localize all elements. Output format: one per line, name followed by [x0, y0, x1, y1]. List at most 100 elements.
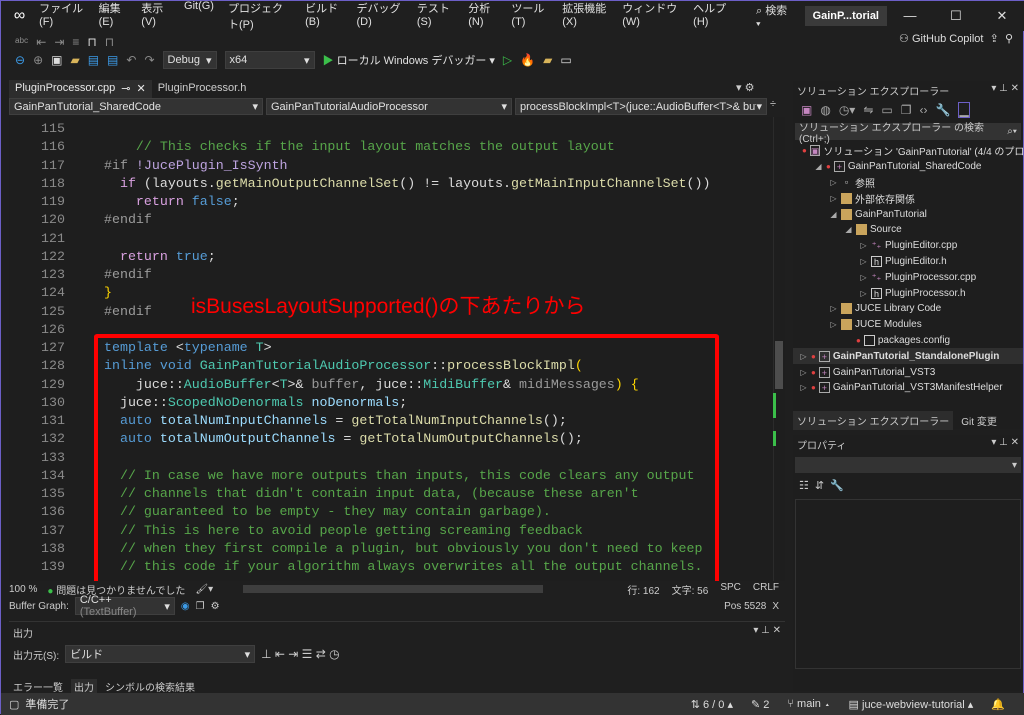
github-copilot-button[interactable]: ⚇ GitHub Copilot ⇪ ⚲	[899, 32, 1013, 45]
menu-item[interactable]: ファイル(F)	[32, 0, 91, 32]
menu-item[interactable]: ビルド(B)	[298, 0, 349, 32]
expand-arrow-icon[interactable]: ▷	[829, 320, 838, 329]
bell-icon[interactable]: 🔔	[991, 698, 1005, 711]
branch-selector[interactable]: ⑂ main ▴	[787, 698, 830, 711]
git-changes[interactable]: ⇅ 6 / 0 ▴	[691, 698, 733, 711]
categorized-icon[interactable]: ☷	[799, 479, 809, 492]
tab-options[interactable]: ▾ ⚙	[736, 81, 754, 94]
project-select[interactable]: GainPanTutorial_SharedCode ▾	[9, 98, 263, 115]
spellcheck-icon[interactable]: ᵃᵇᶜ	[15, 35, 28, 49]
save-icon[interactable]: ▤	[88, 53, 99, 67]
maximize-button[interactable]: ☐	[933, 8, 979, 24]
tree-item[interactable]: ◢ GainPanTutorial	[793, 206, 1023, 222]
panel-controls[interactable]: ▾ ⊥ ✕	[991, 83, 1019, 98]
expand-arrow-icon[interactable]: ▷	[859, 241, 868, 250]
split-icon[interactable]: ÷	[770, 98, 776, 116]
line-ending[interactable]: CRLF	[753, 582, 779, 597]
expand-arrow-icon[interactable]: ▷	[829, 178, 838, 187]
expand-arrow-icon[interactable]: ◢	[844, 225, 853, 234]
solution-explorer-tab[interactable]: Git 変更	[957, 411, 1001, 430]
window-layout-icon[interactable]: ▭	[560, 53, 571, 67]
zoom-select[interactable]: 100 %	[9, 584, 37, 595]
expand-arrow-icon[interactable]: ▷	[829, 304, 838, 313]
outdent-icon[interactable]: ⇥	[54, 35, 64, 49]
output-source-select[interactable]: ビルド ▾	[65, 645, 256, 663]
new-project-icon[interactable]: ▣	[51, 53, 62, 67]
tab-pluginprocessor-cpp[interactable]: PluginProcessor.cpp ⊸ ✕	[9, 80, 152, 98]
alphabetical-icon[interactable]: ⇵	[815, 479, 824, 492]
bookmark-next-icon[interactable]: ⊓	[105, 35, 114, 49]
tree-item[interactable]: ◢ ● + GainPanTutorial_SharedCode	[793, 159, 1023, 175]
properties-icon[interactable]: 🔧	[936, 103, 951, 117]
expand-arrow-icon[interactable]: ▷	[799, 383, 808, 392]
tree-item[interactable]: ▷ JUCE Modules	[793, 317, 1023, 333]
editor-horizontal-scrollbar[interactable]	[243, 585, 544, 593]
tree-item[interactable]: ▷ h PluginProcessor.h	[793, 285, 1023, 301]
tree-item[interactable]: ▷ JUCE Library Code	[793, 301, 1023, 317]
graph-icon[interactable]: ⚙	[211, 601, 220, 612]
back-icon[interactable]: ⊖	[15, 53, 25, 67]
tree-item[interactable]: ▷ ● + GainPanTutorial_VST3	[793, 364, 1023, 380]
output-tab[interactable]: シンボルの検索結果	[105, 679, 195, 694]
save-all-icon[interactable]: ▤	[107, 53, 118, 67]
tree-item[interactable]: ▷ 外部依存関係	[793, 190, 1023, 206]
minimize-button[interactable]: —	[887, 8, 933, 24]
code-icon[interactable]: ‹›	[920, 103, 928, 117]
expand-arrow-icon[interactable]: ◢	[829, 210, 838, 219]
tab-pluginprocessor-h[interactable]: PluginProcessor.h	[152, 80, 253, 98]
start-debug-button[interactable]: ▶ ローカル Windows デバッガー ▾	[323, 52, 495, 68]
menu-item[interactable]: Git(G)	[177, 0, 221, 32]
menu-item[interactable]: ツール(T)	[504, 0, 555, 32]
indent-icon[interactable]: ⇤	[36, 35, 46, 49]
hot-reload-icon[interactable]: 🔥	[520, 53, 535, 67]
class-select[interactable]: GainPanTutorialAudioProcessor ▾	[266, 98, 512, 115]
bookmark-icon[interactable]: ⊓	[87, 35, 96, 49]
search-button[interactable]: ⌕ 検索 ▾	[748, 2, 797, 31]
output-tab[interactable]: エラー一覧	[13, 679, 63, 694]
pending-edits[interactable]: ✎ 2	[751, 698, 769, 711]
open-folder-icon[interactable]: ▰	[70, 53, 79, 67]
output-toolbar[interactable]: ⊥ ⇤ ⇥ ☰ ⇄ ◷	[261, 647, 340, 661]
menu-item[interactable]: デバッグ(D)	[349, 0, 409, 32]
collapse-icon[interactable]: ▭	[881, 103, 892, 117]
menu-item[interactable]: 編集(E)	[92, 0, 135, 32]
expand-arrow-icon[interactable]: ◢	[814, 162, 823, 171]
history-icon[interactable]: ◷▾	[839, 103, 856, 117]
scrollbar-thumb[interactable]	[775, 341, 783, 389]
platform-select[interactable]: x64 ▾	[224, 51, 315, 69]
panel-controls[interactable]: ▾ ⊥ ✕	[753, 625, 781, 640]
menu-item[interactable]: 拡張機能(X)	[555, 0, 615, 32]
globe-icon[interactable]: ◉	[181, 601, 190, 612]
close-button[interactable]: ✕	[979, 8, 1024, 24]
expand-arrow-icon[interactable]: ▷	[859, 289, 868, 298]
switch-views-icon[interactable]: ▣	[801, 103, 812, 117]
tree-item[interactable]: ▷ ▫ 参照	[793, 175, 1023, 191]
tree-item[interactable]: ● packages.config	[793, 333, 1023, 349]
expand-arrow-icon[interactable]: ▷	[859, 257, 868, 266]
whitespace-mode[interactable]: SPC	[720, 582, 741, 597]
expand-arrow-icon[interactable]: ▷	[859, 273, 868, 282]
member-select[interactable]: processBlockImpl<T>(juce::AudioBuffer<T>…	[515, 98, 767, 115]
show-all-icon[interactable]: ❐	[901, 103, 912, 117]
expand-arrow-icon[interactable]: ▷	[799, 368, 808, 377]
sync-icon[interactable]: ⇋	[863, 103, 873, 117]
property-pages-icon[interactable]: 🔧	[830, 479, 844, 492]
repo-selector[interactable]: ▤ juce-webview-tutorial ▴	[849, 698, 974, 711]
comment-icon[interactable]: ≡	[72, 35, 79, 49]
find-in-files-icon[interactable]: ▰	[543, 53, 552, 67]
buffer-graph-select[interactable]: C/C++ (TextBuffer) ▾	[74, 594, 175, 618]
menu-item[interactable]: プロジェクト(P)	[221, 0, 298, 32]
output-tab[interactable]: 出力	[71, 679, 97, 694]
cleanup-icon[interactable]: 🖌▾	[195, 584, 213, 595]
start-without-debug-icon[interactable]: ▷	[503, 53, 512, 67]
redo-icon[interactable]: ↷	[144, 53, 154, 67]
tree-item[interactable]: ▷ ⁺₊ PluginProcessor.cpp	[793, 269, 1023, 285]
menu-item[interactable]: テスト(S)	[410, 0, 461, 32]
tree-item[interactable]: ●▣ソリューション 'GainPanTutorial' (4/4 のプロジェクト	[793, 143, 1024, 159]
tree-item[interactable]: ▷ h PluginEditor.h	[793, 254, 1023, 270]
expand-arrow-icon[interactable]: ▷	[829, 194, 838, 203]
pin-icon[interactable]: ⊸	[121, 82, 130, 96]
menu-item[interactable]: 表示(V)	[134, 0, 177, 32]
home-icon[interactable]: ◍	[820, 103, 830, 117]
menu-item[interactable]: 分析(N)	[461, 0, 504, 32]
